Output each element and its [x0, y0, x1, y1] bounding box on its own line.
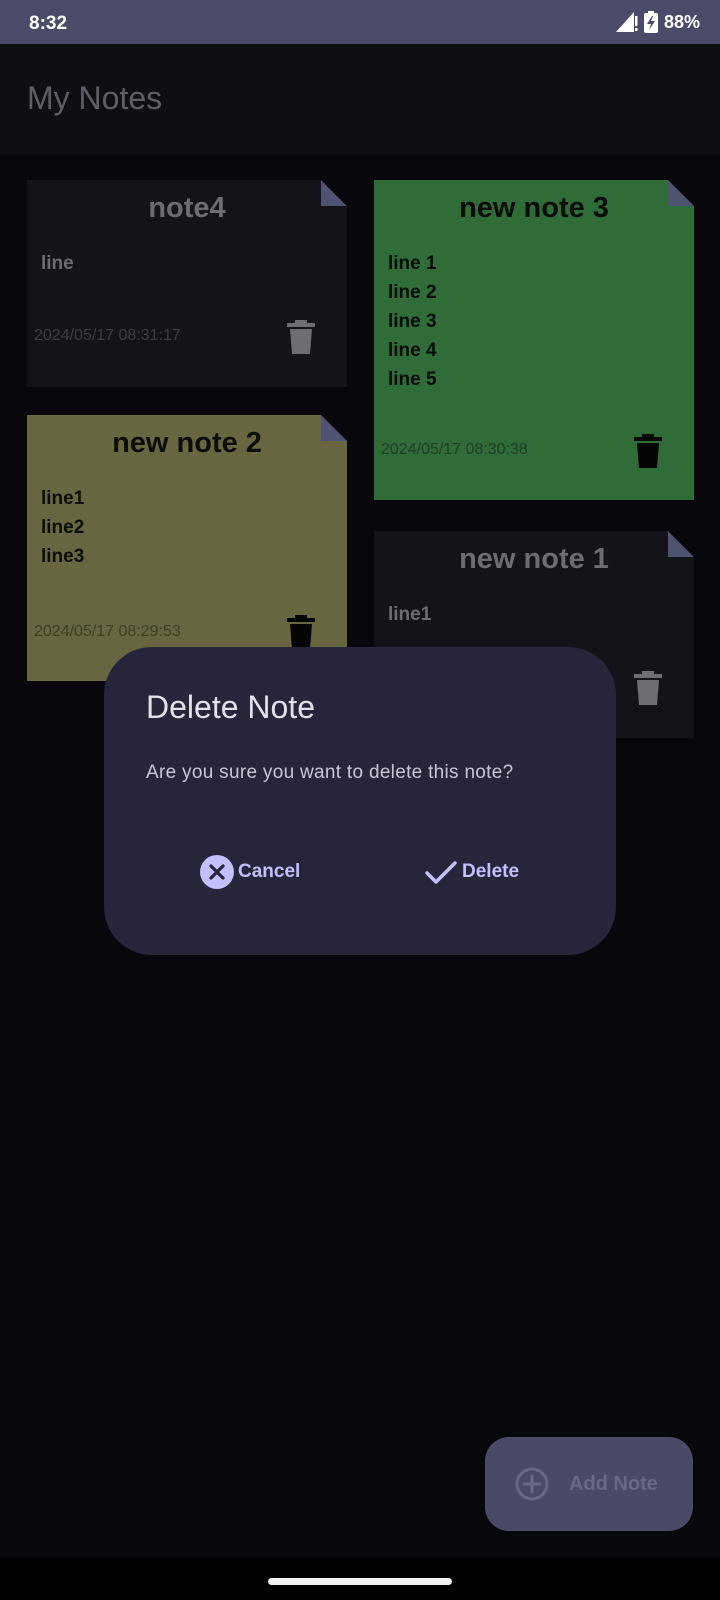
dialog-message: Are you sure you want to delete this not…: [146, 762, 514, 783]
note-line: line 5: [388, 369, 437, 390]
trash-icon[interactable]: [287, 320, 315, 354]
delete-label: Delete: [462, 861, 520, 882]
note-date: 2024/05/17 08:29:53: [34, 623, 181, 640]
cancel-button[interactable]: Cancel: [200, 855, 300, 889]
note-title: new note 2: [112, 427, 262, 459]
add-note-button[interactable]: Add Note: [485, 1437, 693, 1531]
note-line: line 4: [388, 340, 437, 361]
cancel-label: Cancel: [238, 861, 301, 882]
note-title: new note 1: [459, 543, 609, 575]
note-line: line 3: [388, 311, 437, 332]
app-bar: My Notes: [0, 44, 720, 154]
signal-icon: [615, 12, 638, 32]
delete-note-dialog: Delete Note Are you sure you want to del…: [104, 647, 616, 955]
note-body: line1: [388, 600, 694, 629]
note-title: note4: [148, 192, 226, 224]
cancel-circle-icon: [200, 855, 234, 889]
add-note-label: Add Note: [569, 1472, 658, 1495]
note-line: line3: [41, 546, 85, 567]
page-title: My Notes: [27, 80, 163, 116]
battery-percent: 88%: [663, 11, 700, 32]
note-line: line 1: [388, 253, 437, 274]
note-title: new note 3: [459, 192, 609, 224]
note-line: line: [41, 253, 74, 274]
note-date: 2024/05/17 08:31:17: [34, 327, 181, 344]
trash-icon[interactable]: [634, 671, 662, 705]
battery-charging-icon: [643, 11, 658, 33]
note-line: line2: [41, 517, 85, 538]
home-gesture-handle[interactable]: [268, 1578, 452, 1585]
navigation-bar: [0, 1558, 720, 1600]
delete-button[interactable]: Delete: [424, 855, 519, 889]
note-body: line1 line2 line3: [41, 484, 347, 571]
note-line: line 2: [388, 282, 437, 303]
note-card-new-note-2[interactable]: new note 2 line1 line2 line3 2024/05/17 …: [27, 415, 347, 681]
note-card-note4[interactable]: note4 line 2024/05/17 08:31:17: [27, 180, 347, 387]
add-circle-icon: [515, 1467, 549, 1501]
note-card-new-note-3[interactable]: new note 3 line 1 line 2 line 3 line 4 l…: [374, 180, 694, 500]
note-body: line 1 line 2 line 3 line 4 line 5: [388, 249, 694, 394]
dialog-title: Delete Note: [146, 689, 315, 725]
note-line: line1: [388, 604, 432, 625]
trash-icon[interactable]: [634, 434, 662, 468]
note-line: line1: [41, 488, 85, 509]
note-date: 2024/05/17 08:30:38: [381, 441, 528, 458]
status-bar: 8:32 88%: [0, 0, 720, 44]
trash-icon[interactable]: [287, 615, 315, 649]
note-body: line: [41, 249, 347, 278]
check-icon: [425, 861, 457, 884]
status-time: 8:32: [29, 13, 68, 34]
